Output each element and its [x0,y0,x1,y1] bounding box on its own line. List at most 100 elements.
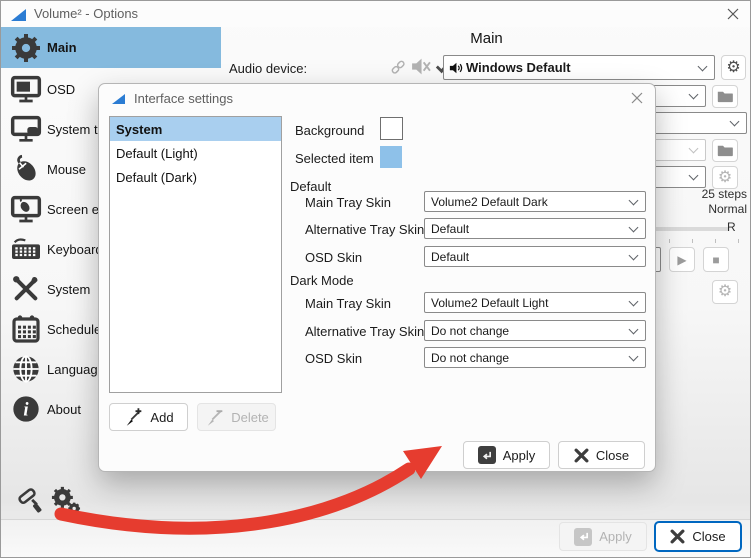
delete-button[interactable]: Delete [197,403,276,431]
audio-device-label: Audio device: [229,61,307,76]
settings-button-disabled[interactable]: ⚙ [712,166,738,189]
link-icon[interactable] [389,58,407,76]
select-value: Do not change [431,324,509,338]
dark-osd-skin-label: OSD Skin [305,351,362,366]
main-tray-skin-label: Main Tray Skin [305,195,391,210]
close-button-main[interactable]: Close [654,521,742,552]
brush-delete-icon [204,407,224,427]
list-item-label: Default (Dark) [116,170,197,185]
skin-editor-button[interactable] [17,487,45,515]
close-label: Close [692,529,725,544]
close-icon [631,92,643,104]
chevron-down-icon [629,324,639,334]
list-item-default-dark[interactable]: Default (Dark) [110,165,281,189]
globe-icon [9,352,43,386]
add-label: Add [150,410,173,425]
select-value: Volume2 Default Light [431,296,548,310]
apply-button-main[interactable]: Apply [559,522,647,551]
sidebar-item-label: Schedule [47,322,101,337]
sidebar-item-label: Main [47,40,77,55]
chevron-down-icon [689,144,699,154]
selected-item-color-swatch[interactable] [380,146,402,168]
alt-tray-skin-label: Alternative Tray Skin [305,222,424,237]
list-item-label: System [116,122,162,137]
dark-osd-skin-select[interactable]: Do not change [424,347,646,368]
slider-tick [738,239,739,243]
osd-skin-label: OSD Skin [305,250,362,265]
select-value: Default [431,222,469,236]
gear-icon: ⚙ [718,170,732,186]
alt-tray-skin-select[interactable]: Default [424,218,646,239]
apply-button-dialog[interactable]: Apply [463,441,550,469]
list-item-default-light[interactable]: Default (Light) [110,141,281,165]
keyboard-icon [9,232,43,266]
audio-device-value: Windows Default [466,60,571,75]
interface-settings-button[interactable] [48,484,82,516]
browse-folder-button-1[interactable] [712,85,738,108]
chevron-down-icon [629,222,639,232]
list-item-system[interactable]: System [110,117,281,141]
dark-main-tray-skin-select[interactable]: Volume2 Default Light [424,292,646,313]
section-heading-dark-mode: Dark Mode [290,273,354,288]
close-label: Close [596,448,629,463]
chevron-down-icon [629,351,639,361]
selected-item-label: Selected item [295,151,374,166]
interface-settings-dialog: Interface settings System Default (Light… [98,83,656,472]
select-value: Do not change [431,351,509,365]
chevron-down-icon [730,117,740,127]
sidebar-item-label: Mouse [47,162,86,177]
tools-icon [9,272,43,306]
slider-tick [669,239,670,243]
sidebar-item-label: System [47,282,90,297]
sidebar-item-label: OSD [47,82,75,97]
sidebar-item-main[interactable]: Main [1,27,221,68]
sidebar-item-label: Language [47,362,105,377]
folder-icon [717,90,733,103]
window-close-button[interactable] [721,5,745,23]
enter-icon [478,446,496,464]
system-tray-icon [9,112,43,146]
play-button[interactable]: ▶ [669,247,695,272]
sidebar-item-label: About [47,402,81,417]
dark-alt-tray-skin-select[interactable]: Do not change [424,320,646,341]
gear-icon: ⚙ [726,60,740,76]
background-label: Background [295,123,364,138]
options-window: Volume² - Options Main OSD System tray M… [0,0,751,558]
chevron-down-icon [629,250,639,260]
main-tray-skin-select[interactable]: Volume2 Default Dark [424,191,646,212]
apply-label: Apply [503,448,536,463]
chevron-down-icon [629,195,639,205]
page-title: Main [221,30,751,47]
select-value: Default [431,250,469,264]
svg-text:i: i [23,400,29,421]
mute-speaker-icon[interactable] [410,56,431,77]
brush-add-icon [123,407,143,427]
osd-skin-select[interactable]: Default [424,246,646,267]
background-color-swatch[interactable] [380,117,403,140]
close-icon [727,8,739,20]
dark-alt-tray-skin-label: Alternative Tray Skin [305,324,424,339]
gears-icon [48,484,82,516]
browse-folder-button-2[interactable] [712,139,738,162]
mouse-icon [9,152,43,186]
extra-settings-button[interactable]: ⚙ [712,280,738,304]
stop-button[interactable]: ■ [703,247,729,272]
speaker-icon [449,61,463,75]
gear-icon [9,31,43,65]
dialog-title: Interface settings [134,91,233,106]
enter-icon [574,528,592,546]
list-item-label: Default (Light) [116,146,198,161]
close-button-dialog[interactable]: Close [558,441,645,469]
add-button[interactable]: Add [109,403,188,431]
window-title: Volume² - Options [34,6,138,21]
title-bar: Volume² - Options [1,1,750,27]
volume2-logo-icon [11,9,26,21]
play-icon: ▶ [677,254,686,266]
audio-device-settings-button[interactable]: ⚙ [721,55,746,80]
dialog-close-button[interactable] [626,90,648,106]
paint-roller-icon [17,487,45,515]
folder-icon [717,144,733,157]
calendar-icon [9,312,43,346]
screen-edge-icon [9,192,43,226]
audio-device-select[interactable]: Windows Default [443,55,715,80]
